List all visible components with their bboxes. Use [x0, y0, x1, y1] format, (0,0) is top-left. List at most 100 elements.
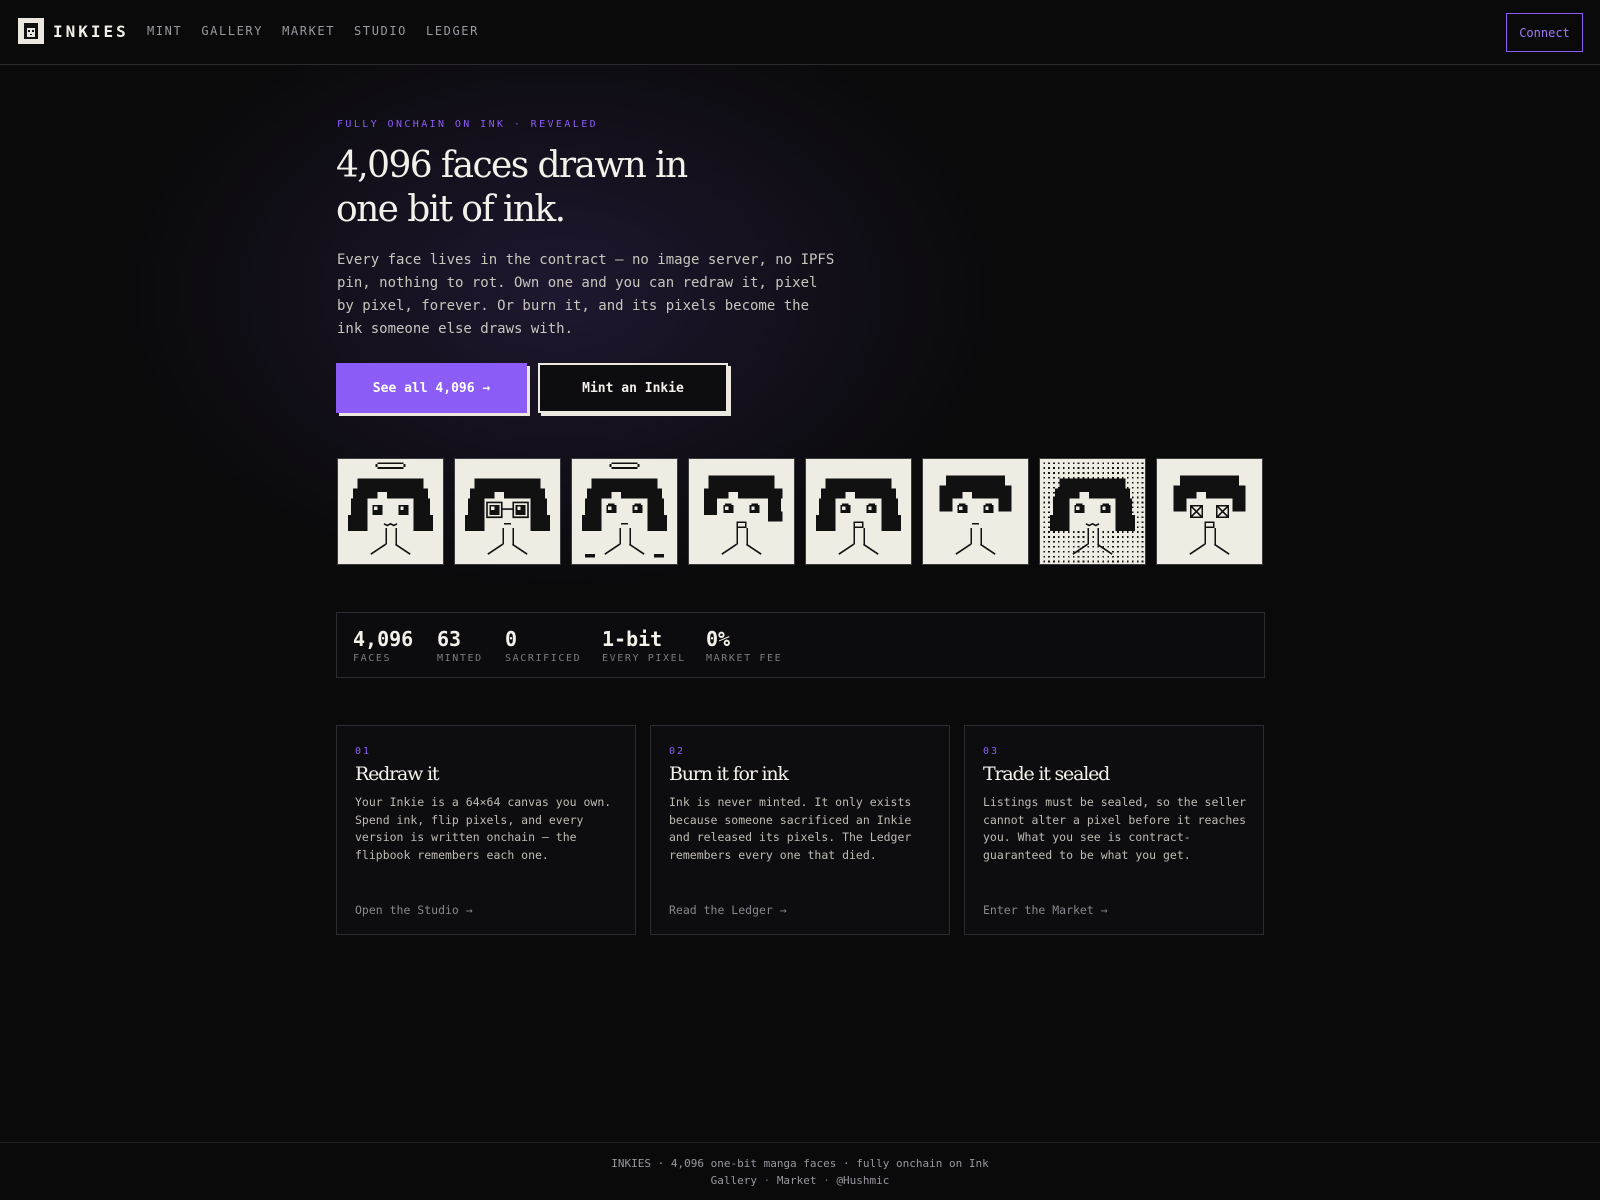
dot-pattern — [1053, 481, 1055, 484]
dot-pattern — [1067, 462, 1070, 464]
face-card[interactable] — [1039, 458, 1146, 565]
face-card[interactable] — [337, 458, 444, 565]
dot-pattern — [1126, 555, 1129, 558]
dot-pattern — [1126, 541, 1129, 543]
dot-pattern — [1053, 462, 1055, 464]
brand-name[interactable]: INKIES — [53, 22, 129, 41]
dot-pattern — [1097, 462, 1100, 464]
dot-pattern — [1082, 477, 1085, 479]
footer-link-market[interactable]: Market — [777, 1174, 817, 1187]
dot-pattern — [1131, 472, 1134, 474]
dot-pattern — [1141, 472, 1144, 474]
dot-pattern — [1067, 467, 1070, 469]
dot-pattern — [1107, 472, 1109, 474]
dot-pattern — [1072, 467, 1075, 469]
dot-pattern — [1112, 555, 1114, 558]
mint-button[interactable]: Mint an Inkie — [538, 363, 728, 413]
read-ledger-link[interactable]: Read the Ledger → — [669, 903, 787, 917]
dot-pattern — [1067, 472, 1070, 474]
dot-pattern — [1058, 477, 1060, 479]
dot-pattern — [1067, 560, 1070, 563]
connect-button[interactable]: Connect — [1506, 13, 1583, 52]
inkie-face-image — [1043, 462, 1144, 563]
card-number: 02 — [669, 746, 686, 757]
dot-pattern — [1077, 541, 1080, 543]
dot-pattern — [1072, 531, 1075, 533]
dot-pattern — [1102, 536, 1104, 538]
hair — [1232, 498, 1246, 512]
dot-pattern — [1141, 545, 1144, 548]
dot-pattern — [1077, 477, 1080, 479]
stat-label: MINTED — [437, 653, 483, 664]
dot-pattern — [1102, 472, 1104, 474]
dot-pattern — [1126, 531, 1129, 533]
dot-pattern — [1062, 531, 1065, 533]
face-gallery — [337, 458, 1263, 565]
enter-market-link[interactable]: Enter the Market → — [983, 903, 1108, 917]
dot-pattern — [1067, 541, 1070, 543]
face-card[interactable] — [1156, 458, 1263, 565]
logo-icon[interactable] — [18, 18, 44, 44]
shoulders — [955, 543, 996, 555]
dot-pattern — [1058, 467, 1060, 469]
dot-pattern — [1077, 555, 1080, 558]
dot-pattern — [1131, 462, 1134, 464]
inkie-face-image — [464, 478, 551, 555]
eye-shine — [725, 506, 729, 510]
dot-pattern — [1077, 467, 1080, 469]
dot-pattern — [1048, 541, 1050, 543]
dot-pattern — [1048, 506, 1050, 509]
eye — [842, 503, 849, 505]
dot-pattern — [1082, 560, 1085, 563]
dot-pattern — [1141, 511, 1144, 514]
inkie-face-image — [581, 462, 668, 558]
dot-pattern — [1107, 477, 1109, 479]
face-card[interactable] — [922, 458, 1029, 565]
dot-pattern — [1077, 472, 1080, 474]
dot-pattern — [1077, 531, 1080, 533]
dot-pattern — [1092, 536, 1095, 538]
nav-ledger[interactable]: LEDGER — [426, 24, 479, 38]
see-all-button[interactable]: See all 4,096 → — [336, 363, 527, 413]
eye-shine — [1102, 506, 1106, 510]
dot-pattern — [1087, 560, 1090, 563]
footer-link-twitter[interactable]: @Hushmic — [836, 1174, 889, 1187]
neck — [853, 527, 856, 545]
nav-mint[interactable]: MINT — [147, 24, 182, 38]
dot-pattern — [1043, 526, 1045, 528]
nav-studio[interactable]: STUDIO — [354, 24, 407, 38]
eye-shine — [1076, 506, 1080, 510]
hair — [703, 498, 717, 515]
nav-market[interactable]: MARKET — [282, 24, 335, 38]
neck — [619, 527, 622, 545]
dot-pattern — [1122, 531, 1124, 533]
dot-pattern — [1043, 531, 1045, 533]
dot-pattern — [1082, 531, 1085, 533]
card-title: Redraw it — [355, 763, 440, 785]
dot-pattern — [1082, 550, 1085, 553]
eye-shine — [842, 506, 846, 510]
dot-pattern — [1067, 545, 1070, 548]
dot-pattern — [1087, 467, 1090, 469]
neck — [970, 527, 973, 545]
eye-shine — [634, 506, 638, 510]
nav-gallery[interactable]: GALLERY — [201, 24, 263, 38]
face-card[interactable] — [688, 458, 795, 565]
face-card[interactable] — [805, 458, 912, 565]
dot-pattern — [1053, 536, 1055, 538]
dot-pattern — [1082, 555, 1085, 558]
dot-pattern — [1053, 550, 1055, 553]
logo-face-icon — [24, 23, 38, 39]
dot-pattern — [1107, 555, 1109, 558]
dot-pattern — [1053, 496, 1055, 499]
dot-pattern — [1107, 462, 1109, 464]
open-studio-link[interactable]: Open the Studio → — [355, 903, 473, 917]
dot-pattern — [1112, 545, 1114, 548]
face-card[interactable] — [454, 458, 561, 565]
dot-pattern — [1048, 481, 1050, 484]
dot-pattern — [1131, 496, 1134, 499]
dot-pattern — [1072, 545, 1075, 548]
footer-link-gallery[interactable]: Gallery — [711, 1174, 757, 1187]
face-card[interactable] — [571, 458, 678, 565]
dot-pattern — [1067, 477, 1070, 479]
